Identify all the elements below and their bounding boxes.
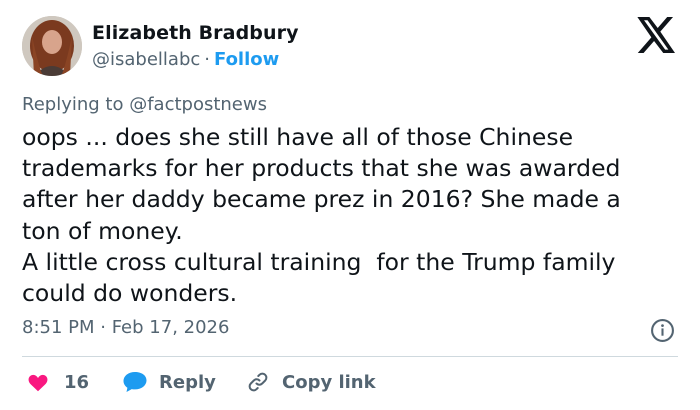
divider	[22, 356, 678, 357]
copy-link-button[interactable]: Copy link	[246, 366, 376, 398]
reply-label: Reply	[159, 371, 216, 393]
author-handle-row: @isabellabc · Follow	[92, 49, 279, 70]
like-button[interactable]: 16	[26, 366, 89, 398]
tweet-timestamp[interactable]: 8:51 PM · Feb 17, 2026	[22, 317, 229, 338]
info-icon[interactable]	[650, 318, 675, 343]
action-bar: 16 Reply Copy link	[22, 366, 678, 398]
avatar[interactable]	[22, 16, 82, 76]
separator-dot: ·	[204, 49, 210, 70]
author-name[interactable]: Elizabeth Bradbury	[92, 22, 299, 44]
x-logo-icon[interactable]	[637, 17, 677, 53]
heart-icon	[28, 374, 48, 392]
follow-button[interactable]: Follow	[214, 49, 279, 70]
tweet-card: Elizabeth Bradbury @isabellabc · Follow Re…	[0, 0, 700, 410]
copy-link-label: Copy link	[282, 371, 376, 393]
tweet-text: oops ... does she still have all of thos…	[22, 123, 621, 308]
link-icon	[248, 372, 268, 392]
author-handle[interactable]: @isabellabc	[92, 49, 200, 70]
like-count: 16	[64, 371, 90, 393]
reply-button[interactable]: Reply	[122, 366, 216, 398]
avatar-image	[22, 16, 82, 76]
replying-to[interactable]: Replying to @factpostnews	[22, 94, 267, 115]
speech-bubble-icon	[123, 372, 147, 392]
